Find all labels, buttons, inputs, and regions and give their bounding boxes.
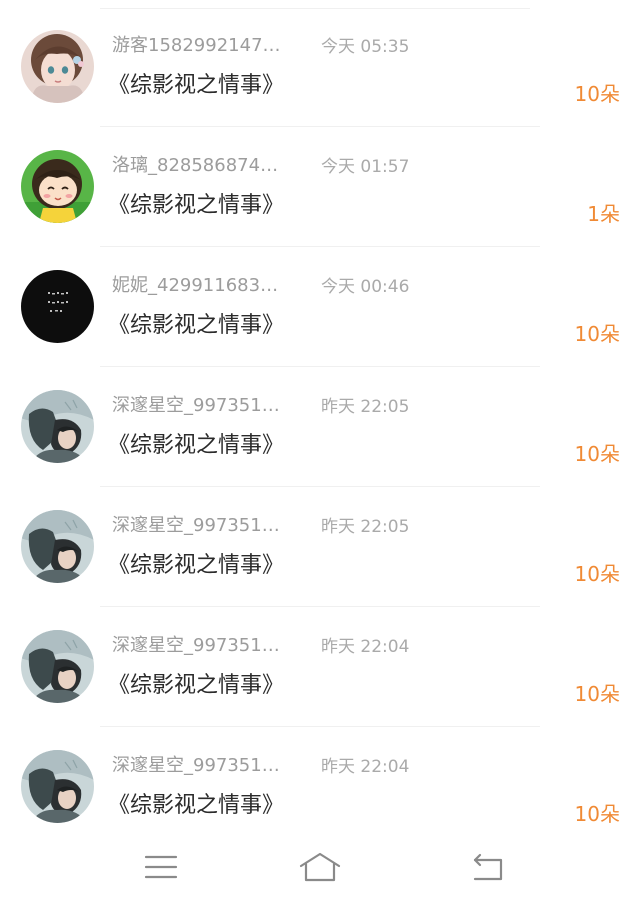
cartoon-kid-avatar[interactable] <box>21 150 94 223</box>
username: 妮妮_429911683… <box>112 275 279 296</box>
book-title: 《综影视之情事》 <box>108 193 285 218</box>
username: 深邃星空_997351… <box>112 635 280 656</box>
timestamp: 昨天 22:04 <box>321 757 410 777</box>
anime-boy-avatar[interactable] <box>21 510 94 583</box>
home-button[interactable] <box>298 849 342 885</box>
divider <box>100 606 540 607</box>
username: 游客1582992147… <box>112 35 281 56</box>
anime-girl-avatar[interactable] <box>21 30 94 103</box>
list-item[interactable]: 深邃星空_997351… 昨天 22:05 《综影视之情事》 10朵 <box>0 368 640 487</box>
anime-boy-avatar[interactable] <box>21 390 94 463</box>
list-item[interactable]: 深邃星空_997351… 昨天 22:04 《综影视之情事》 10朵 <box>0 608 640 727</box>
divider <box>100 366 540 367</box>
timestamp: 今天 00:46 <box>321 277 410 297</box>
timestamp: 今天 01:57 <box>321 157 410 177</box>
divider <box>100 246 540 247</box>
anime-boy-avatar[interactable] <box>21 630 94 703</box>
book-title: 《综影视之情事》 <box>108 313 285 338</box>
timestamp: 昨天 22:04 <box>321 637 410 657</box>
divider <box>100 726 540 727</box>
gift-record-screen: 游客1582992147… 今天 05:35 《综影视之情事》 10朵 洛璃_8… <box>0 0 640 905</box>
timestamp: 今天 05:35 <box>321 37 410 57</box>
book-title: 《综影视之情事》 <box>108 73 285 98</box>
menu-icon <box>144 855 178 879</box>
username: 洛璃_828586874… <box>112 155 279 176</box>
divider <box>100 486 540 487</box>
anime-boy-avatar[interactable] <box>21 750 94 823</box>
username: 深邃星空_997351… <box>112 755 280 776</box>
back-icon <box>473 853 503 881</box>
gift-amount: 1朵 <box>587 202 620 226</box>
timestamp: 昨天 22:05 <box>321 397 410 417</box>
list-item[interactable]: 洛璃_828586874… 今天 01:57 《综影视之情事》 1朵 <box>0 128 640 247</box>
gift-amount: 10朵 <box>574 322 620 346</box>
list-item[interactable]: 妮妮_429911683… 今天 00:46 《综影视之情事》 10朵 <box>0 248 640 367</box>
back-button[interactable] <box>466 849 510 885</box>
list-item[interactable]: 游客1582992147… 今天 05:35 《综影视之情事》 10朵 <box>0 8 640 127</box>
system-nav-bar <box>0 835 640 905</box>
gift-amount: 10朵 <box>574 682 620 706</box>
list-item[interactable]: 深邃星空_997351… 昨天 22:04 《综影视之情事》 10朵 <box>0 728 640 847</box>
username: 深邃星空_997351… <box>112 515 280 536</box>
book-title: 《综影视之情事》 <box>108 433 285 458</box>
book-title: 《综影视之情事》 <box>108 673 285 698</box>
username: 深邃星空_997351… <box>112 395 280 416</box>
timestamp: 昨天 22:05 <box>321 517 410 537</box>
home-icon <box>299 852 341 882</box>
black-text-avatar[interactable] <box>21 270 94 343</box>
gift-amount: 10朵 <box>574 802 620 826</box>
book-title: 《综影视之情事》 <box>108 553 285 578</box>
gift-amount: 10朵 <box>574 442 620 466</box>
gift-amount: 10朵 <box>574 82 620 106</box>
gift-record-list: 游客1582992147… 今天 05:35 《综影视之情事》 10朵 洛璃_8… <box>0 0 640 835</box>
gift-amount: 10朵 <box>574 562 620 586</box>
divider <box>100 126 540 127</box>
list-item[interactable]: 深邃星空_997351… 昨天 22:05 《综影视之情事》 10朵 <box>0 488 640 607</box>
menu-button[interactable] <box>139 849 183 885</box>
book-title: 《综影视之情事》 <box>108 793 285 818</box>
